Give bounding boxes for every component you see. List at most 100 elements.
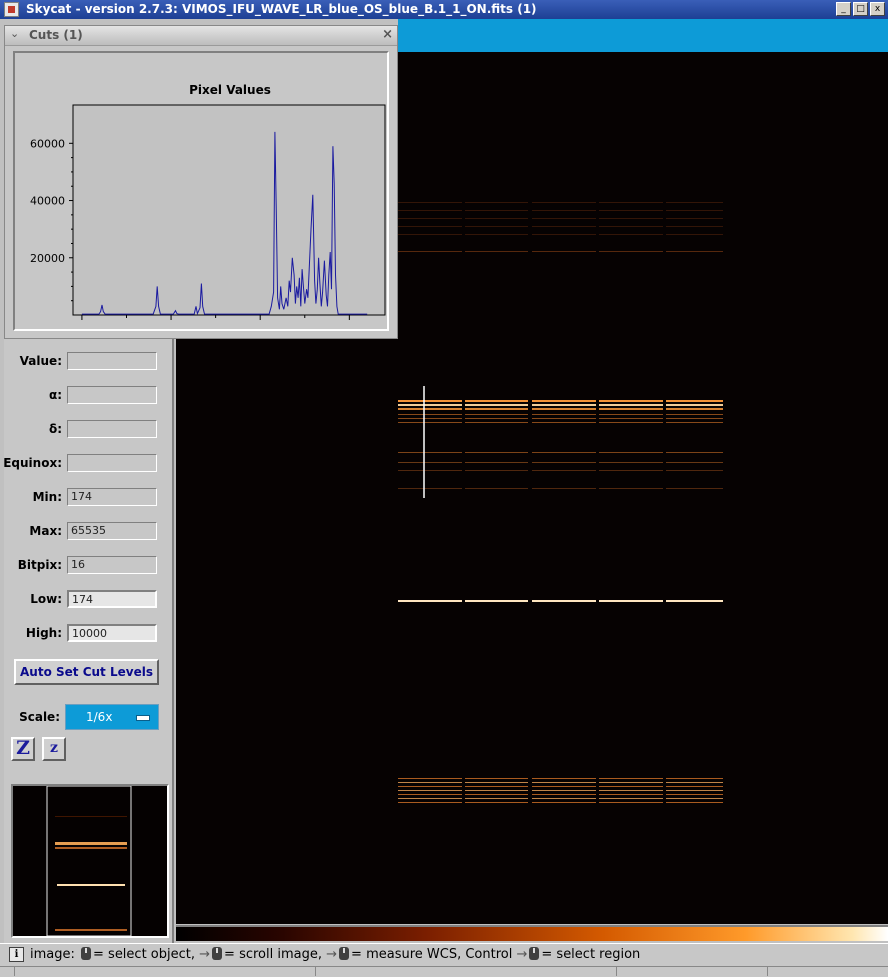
spectral-line [398,414,462,415]
spectral-line [599,802,663,803]
spectral-line [532,462,596,463]
spectral-line [465,798,528,799]
control-panel: Value: α: δ: Equinox: Min: 174 Max: 65535 Bitpix… [3,338,174,944]
cuts-title-bar[interactable]: ⌄ Cuts (1) × [5,26,397,46]
main-title-bar[interactable]: Skycat - version 2.7.3: VIMOS_IFU_WAVE_L… [0,0,888,19]
collapse-icon[interactable]: ⌄ [10,27,19,40]
maximize-icon[interactable]: □ [853,2,868,16]
spectral-line [666,782,723,783]
app-icon[interactable] [4,2,19,17]
high-value[interactable]: 10000 [67,624,157,642]
spectral-line [599,210,663,211]
spectral-line [465,234,528,235]
spectral-line [398,470,462,471]
bottom-strip [0,966,888,977]
spectral-line [398,488,462,489]
y-tick-label: 40000 [30,195,65,208]
spectral-line [465,786,528,787]
spectral-line [398,422,462,423]
spectral-line [532,778,596,779]
scale-select[interactable]: 1/6x [65,704,159,730]
spectral-line [666,408,723,410]
spectral-line [398,778,462,779]
alpha-value [67,386,157,404]
spectral-line [599,251,663,252]
alpha-field-row: α: [4,386,172,406]
y-tick-label: 60000 [30,137,65,150]
zoom-in-button[interactable]: Z [11,737,35,761]
spectral-line [532,798,596,799]
spectral-line [465,210,528,211]
spectral-line [532,782,596,783]
spectral-line [599,202,663,203]
spectral-line [532,470,596,471]
spectral-line [532,202,596,203]
spectral-line [532,251,596,252]
scale-label: Scale: [19,710,60,724]
spectral-line [465,452,528,453]
spectral-line [398,226,462,227]
spectral-line [465,400,528,402]
spectral-line [465,218,528,219]
spectral-line [465,404,528,406]
status-text: image: = select object, → = scroll image,… [30,947,641,962]
close-icon[interactable]: × [382,27,393,42]
spectral-line [599,408,663,410]
bitpix-value: 16 [67,556,157,574]
spectral-line [532,600,596,602]
spectral-line [599,226,663,227]
spectral-line [599,782,663,783]
left-mouse-icon [81,947,92,960]
plot-area [72,104,386,316]
spectral-line [532,794,596,795]
spectral-line [398,786,462,787]
cuts-window[interactable]: ⌄ Cuts (1) × Pixel Values 20000 40000 60000… [4,25,398,346]
spectral-line [398,452,462,453]
delta-label: δ: [48,422,62,436]
colorbar[interactable] [176,925,888,941]
y-tick-label: 20000 [30,252,65,265]
status-part-4: = select region [541,947,641,962]
minimize-icon[interactable]: _ [836,2,851,16]
spectral-line [666,470,723,471]
close-icon[interactable]: x [870,2,885,16]
spectral-line [666,234,723,235]
right-mouse-icon [339,947,350,960]
spectral-line [599,470,663,471]
equinox-value [67,454,157,472]
spectral-line [666,802,723,803]
low-value[interactable]: 174 [67,590,157,608]
max-value: 65535 [67,522,157,540]
spectral-line [666,251,723,252]
status-prefix: image: [30,947,75,962]
spectral-line [666,404,723,406]
spectral-line [465,600,528,602]
spectral-line [532,218,596,219]
spectral-line [398,418,462,419]
spectral-line [398,202,462,203]
status-bar: i image: = select object, → = scroll imag… [0,943,888,966]
spectral-line [465,790,528,791]
spectral-line [666,226,723,227]
spectral-line [398,782,462,783]
status-part-2: = scroll image, [224,947,322,962]
spectral-line [599,422,663,423]
zoom-out-button[interactable]: z [42,737,66,761]
spectral-line [398,802,462,803]
info-icon: i [9,947,24,962]
min-field-row: Min: 174 [4,488,172,508]
spectral-line [398,251,462,252]
min-label: Min: [32,490,62,504]
min-value: 174 [67,488,157,506]
spectral-line [599,418,663,419]
value-label: Value: [19,354,62,368]
pixel-values-plot[interactable]: Pixel Values2000040000600000200400600 [13,51,389,346]
option-menu-icon [136,715,150,721]
spectral-line [599,778,663,779]
spectral-line [532,802,596,803]
auto-set-cut-levels-button[interactable]: Auto Set Cut Levels [14,659,159,685]
panner-thumbnail[interactable] [11,784,169,938]
spectral-line [599,234,663,235]
spectral-line [532,452,596,453]
status-part-1: = select object, [93,947,195,962]
